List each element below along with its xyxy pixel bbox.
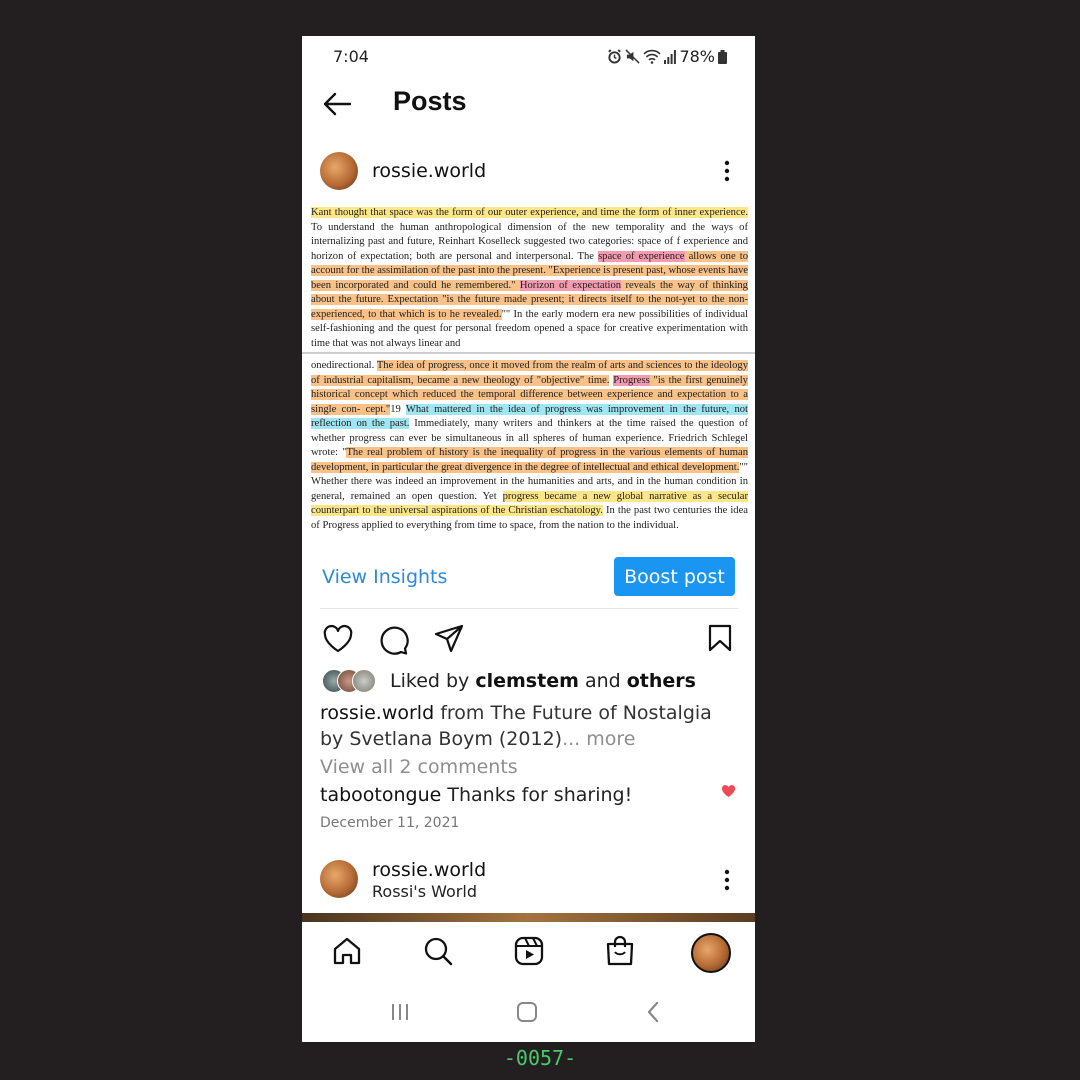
page-text-segment: The real problem of history is the inequ… [311, 447, 748, 473]
liker-avatar [352, 669, 376, 693]
caption-username[interactable]: rossie.world [320, 702, 434, 724]
post-image-page-1: Kant thought that space was the form of … [302, 206, 755, 350]
home-icon[interactable] [332, 936, 362, 966]
caption-more[interactable]: ... more [562, 728, 635, 750]
post-date: December 11, 2021 [320, 815, 460, 831]
next-post-more-options-icon[interactable] [722, 868, 732, 892]
heart-icon[interactable] [322, 624, 354, 654]
page-text-paragraph-2: onedirectional. The idea of progress, on… [302, 359, 755, 533]
next-post-avatar[interactable] [320, 860, 358, 898]
profile-avatar[interactable] [691, 933, 731, 973]
next-post-image-peek [302, 913, 755, 922]
post-author-avatar[interactable] [320, 152, 358, 190]
divider [320, 608, 738, 609]
status-time: 7:04 [333, 47, 369, 66]
phone-screen: 7:04 78% Posts rossie.world Kant thought… [302, 36, 755, 1042]
back-arrow-icon[interactable] [322, 92, 352, 116]
system-navigation-bar [302, 984, 755, 1042]
liked-others[interactable]: others [627, 670, 696, 692]
liked-by-text[interactable]: Liked by clemstem and others [390, 670, 696, 692]
reels-icon[interactable] [514, 936, 544, 966]
liked-user[interactable]: clemstem [475, 670, 579, 692]
frame-watermark: -0057- [503, 1046, 577, 1070]
page-text-segment: Progress [613, 374, 650, 386]
battery-icon [718, 49, 727, 64]
comment-text: Thanks for sharing! [447, 784, 633, 806]
page-text-segment: space of experience [598, 250, 685, 262]
signal-icon [664, 49, 677, 64]
comment-row: tabootongue Thanks for sharing! [320, 784, 632, 806]
share-icon[interactable] [434, 624, 464, 654]
liked-and: and [584, 670, 621, 692]
comment-like-heart-icon[interactable] [721, 784, 736, 798]
battery-percent: 78% [679, 47, 715, 66]
system-back-icon[interactable] [646, 1001, 660, 1023]
post-image-page-2: onedirectional. The idea of progress, on… [302, 359, 755, 549]
shop-icon[interactable] [605, 935, 635, 967]
page-title: Posts [393, 86, 467, 116]
page-text-paragraph-1: Kant thought that space was the form of … [302, 206, 755, 351]
page-text-segment: Horizon of expectation [519, 279, 622, 291]
post-author-username[interactable]: rossie.world [372, 160, 486, 182]
mute-icon [625, 49, 641, 64]
next-post-subtitle[interactable]: Rossi's World [372, 882, 477, 901]
home-button-icon[interactable] [516, 1001, 538, 1023]
search-icon[interactable] [423, 936, 453, 966]
recents-icon[interactable] [390, 1003, 410, 1021]
view-all-comments-link[interactable]: View all 2 comments [320, 756, 518, 778]
liked-prefix: Liked by [390, 670, 470, 692]
page-text-segment: Kant thought that space was the form of … [311, 207, 748, 218]
bottom-navigation [302, 922, 755, 984]
page-separator [302, 352, 755, 354]
page-text-segment: 19 [390, 403, 406, 415]
more-options-icon[interactable] [722, 159, 732, 183]
top-app-bar: Posts [302, 82, 755, 126]
view-insights-link[interactable]: View Insights [322, 566, 447, 588]
liker-avatars[interactable] [322, 669, 384, 693]
bookmark-icon[interactable] [708, 624, 732, 652]
comment-icon[interactable] [378, 624, 410, 656]
page-text-segment: onedirectional. [311, 360, 377, 371]
status-bar: 7:04 78% [302, 36, 755, 76]
status-icons: 78% [607, 47, 727, 66]
boost-post-button[interactable]: Boost post [614, 557, 735, 596]
post-caption: rossie.world from The Future of Nostalgi… [320, 700, 740, 752]
alarm-icon [608, 49, 622, 64]
wifi-icon [643, 49, 662, 64]
comment-username[interactable]: tabootongue [320, 784, 441, 806]
next-post-username[interactable]: rossie.world [372, 859, 486, 881]
